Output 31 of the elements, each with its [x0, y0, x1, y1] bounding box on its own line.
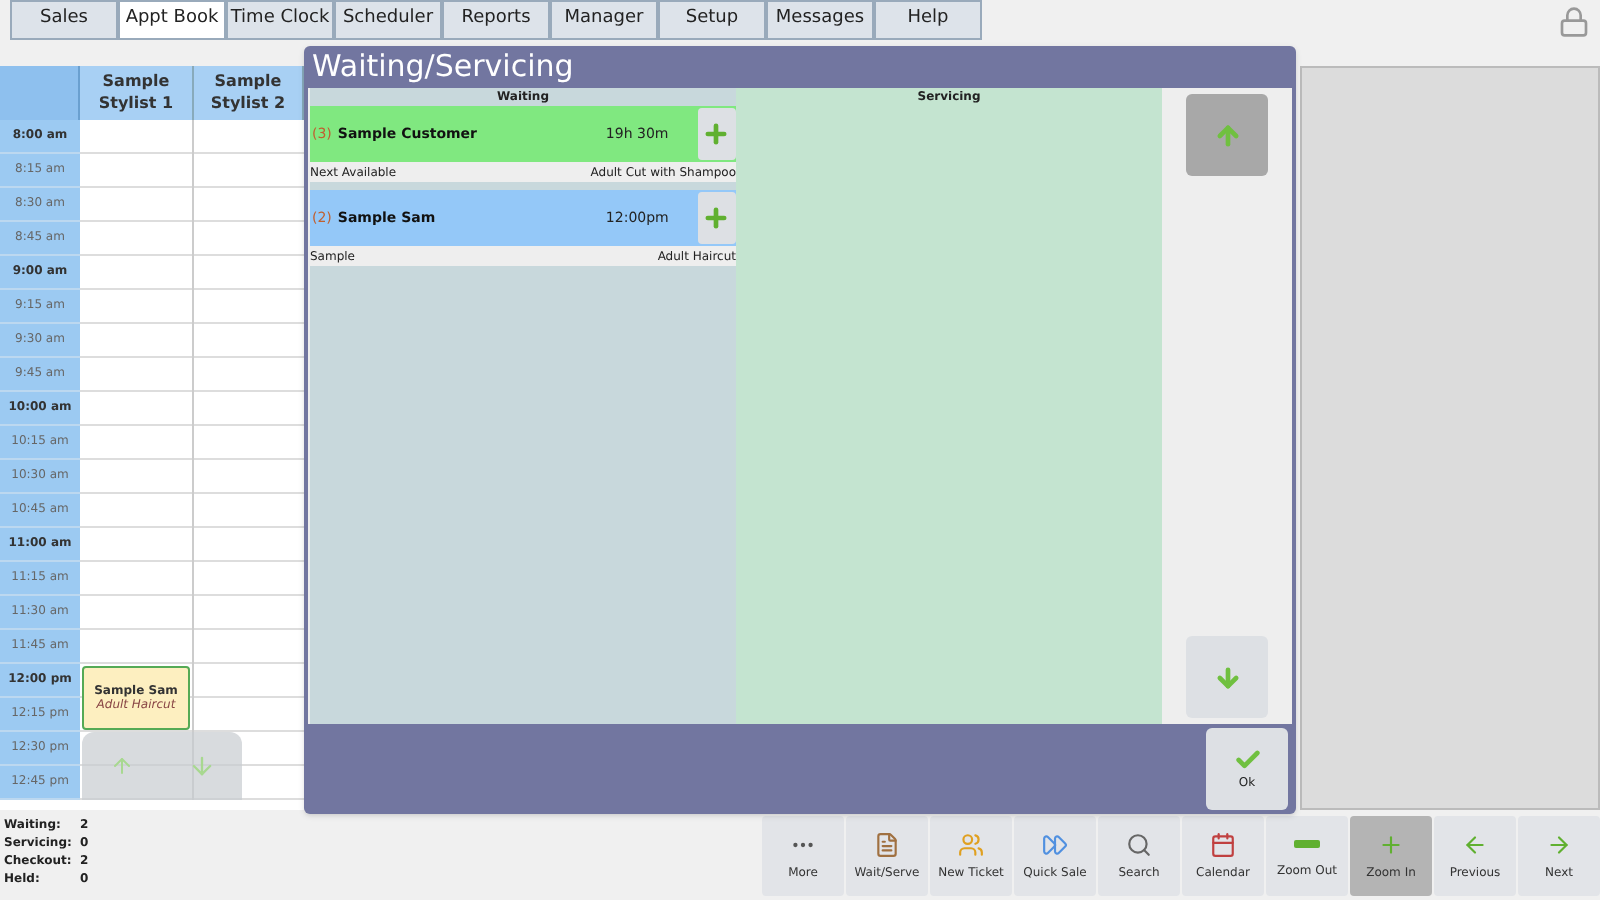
stylist-header: Sample Stylist 2 [194, 66, 304, 120]
nav-tab[interactable]: Time Clock [226, 0, 334, 40]
nav-tab[interactable]: Manager [550, 0, 658, 40]
search-icon [1126, 831, 1152, 857]
nav-tab[interactable]: Reports [442, 0, 550, 40]
people-icon [958, 831, 984, 857]
plus-icon [702, 120, 731, 148]
nav-tab[interactable]: Help [874, 0, 982, 40]
nav-tab[interactable]: Scheduler [334, 0, 442, 40]
plus-icon [702, 204, 731, 232]
nav-tab[interactable]: Sales [10, 0, 118, 40]
up-arrow-icon[interactable] [109, 754, 133, 778]
minus-icon [1294, 840, 1320, 848]
nav-tab[interactable]: Messages [766, 0, 874, 40]
left-arrow-icon [1462, 831, 1488, 857]
document-icon [874, 831, 900, 857]
check-icon [1233, 746, 1261, 774]
right-arrow-icon [1546, 831, 1572, 857]
nav-tab[interactable]: Appt Book [118, 0, 226, 40]
lock-icon[interactable] [1558, 4, 1590, 40]
add-button[interactable] [697, 192, 736, 244]
scroll-down-button[interactable] [1186, 636, 1268, 718]
nav-tab[interactable]: Setup [658, 0, 766, 40]
plus-icon [1378, 831, 1404, 857]
fast-forward-icon [1042, 831, 1068, 857]
header-cell [0, 66, 80, 120]
scroll-up-button[interactable] [1186, 94, 1268, 176]
stylist-header: Sample Stylist 1 [80, 66, 194, 120]
dialog-title: Waiting/Servicing [310, 46, 576, 88]
calendar-icon [1210, 831, 1236, 857]
add-button[interactable] [697, 108, 736, 160]
